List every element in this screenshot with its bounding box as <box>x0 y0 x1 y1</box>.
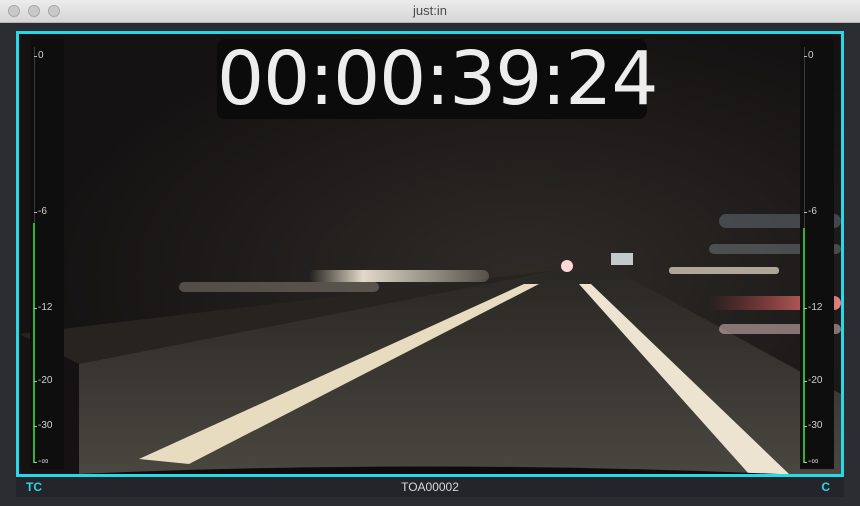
meter-label-0: 0 <box>808 50 814 61</box>
meter-label-minus-6: -6 <box>38 206 47 217</box>
meter-label-minus-6: -6 <box>808 206 817 217</box>
meter-label-minus-inf: -∞ <box>38 456 49 467</box>
status-bar: TC TOA00002 C <box>16 477 844 497</box>
audio-meter-right: 0 -6 -12 -20 -30 -∞ <box>800 39 834 469</box>
meter-label-minus-20: -20 <box>808 375 823 386</box>
meter-label-minus-30: -30 <box>38 420 53 431</box>
window-title: just:in <box>413 3 447 18</box>
meter-label-minus-inf: -∞ <box>808 456 819 467</box>
video-preview: 00:00:39:24 0 -6 -12 -20 -30 -∞ 0 -6 -12… <box>16 31 844 477</box>
meter-label-minus-20: -20 <box>38 375 53 386</box>
channel-toggle[interactable]: C <box>821 480 830 494</box>
meter-label-0: 0 <box>38 50 44 61</box>
title-bar: just:in <box>0 0 860 23</box>
meter-label-minus-30: -30 <box>808 420 823 431</box>
timecode-display: 00:00:39:24 <box>217 36 658 122</box>
meter-label-minus-12: -12 <box>38 302 53 313</box>
audio-meter-left: 0 -6 -12 -20 -30 -∞ <box>30 39 64 469</box>
clip-name: TOA00002 <box>401 480 459 494</box>
meter-label-minus-12: -12 <box>808 302 823 313</box>
